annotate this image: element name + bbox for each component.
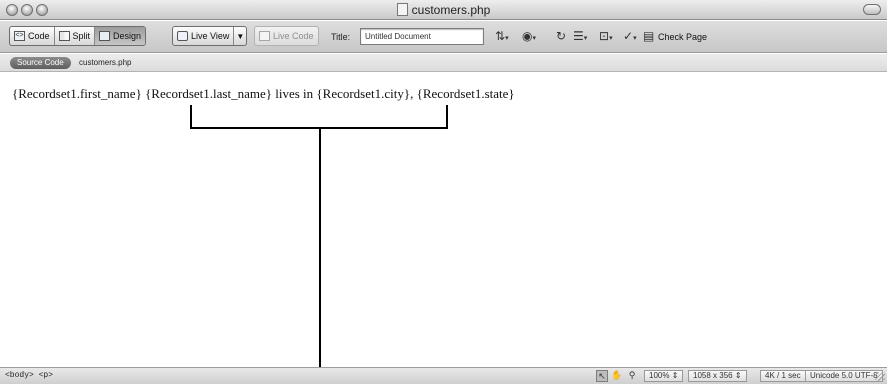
- related-files-bar: Source Code customers.php: [0, 54, 887, 72]
- first-name-binding[interactable]: {Recordset1.first_name}: [12, 86, 142, 101]
- view-options-icon[interactable]: ☰▾: [573, 29, 587, 43]
- paragraph[interactable]: {Recordset1.first_name} {Recordset1.last…: [12, 86, 515, 102]
- view-mode-group: <> Code Split Design: [9, 26, 147, 46]
- source-code-tab[interactable]: Source Code: [10, 57, 71, 69]
- zoom-select[interactable]: 100% ⇕: [644, 370, 684, 382]
- design-view-canvas[interactable]: {Recordset1.first_name} {Recordset1.last…: [0, 73, 887, 384]
- select-tool-icon[interactable]: ↖: [596, 370, 608, 382]
- file-management-icon[interactable]: ⇅▾: [495, 29, 509, 43]
- download-stats: 4K / 1 sec: [760, 370, 806, 382]
- related-file-customers[interactable]: customers.php: [79, 58, 131, 67]
- design-view-icon: [99, 31, 111, 41]
- live-code-label: Live Code: [273, 31, 314, 41]
- encoding-indicator: Unicode 5.0 UTF-8: [805, 370, 883, 382]
- zoom-value: 100%: [649, 371, 670, 380]
- design-view-label: Design: [113, 31, 142, 41]
- code-view-label: Code: [28, 31, 50, 41]
- last-name-binding[interactable]: {Recordset1.last_name}: [145, 86, 272, 101]
- lives-in-text: lives in: [275, 86, 314, 101]
- chevron-down-icon: ▼: [236, 31, 245, 41]
- status-bar: <body> <p> ↖ ✋ ⚲ 100% ⇕ 1058 x 356 ⇕ 4K …: [0, 367, 887, 384]
- city-binding[interactable]: {Recordset1.city}: [316, 86, 410, 101]
- zoom-tool-icon[interactable]: ⚲: [626, 370, 638, 382]
- live-code-icon: [259, 31, 270, 41]
- validate-markup-icon[interactable]: ✓▾: [623, 29, 637, 43]
- document-title-input[interactable]: [360, 28, 484, 45]
- tag-selector[interactable]: <body> <p>: [5, 371, 53, 380]
- live-view-icon: [177, 31, 188, 41]
- title-label: Title:: [331, 32, 351, 42]
- callout-bracket-left: [190, 105, 192, 128]
- code-view-button[interactable]: <> Code: [10, 27, 55, 45]
- window-title-text: customers.php: [411, 3, 491, 17]
- window-title: customers.php: [0, 3, 887, 17]
- document-icon: [396, 3, 408, 16]
- live-view-group: Live View ▼: [172, 26, 248, 46]
- live-code-button[interactable]: Live Code: [254, 26, 319, 46]
- live-view-button[interactable]: Live View: [173, 27, 235, 45]
- visual-aids-icon[interactable]: ⊡▾: [599, 29, 613, 43]
- check-page-button[interactable]: Check Page: [658, 32, 707, 42]
- window-size-value: 1058 x 356: [693, 371, 733, 380]
- design-view-button[interactable]: Design: [95, 27, 146, 45]
- callout-leader-line: [319, 129, 321, 384]
- live-view-label: Live View: [191, 31, 230, 41]
- comma-text: ,: [410, 86, 414, 101]
- resize-grip[interactable]: [875, 372, 885, 382]
- preview-globe-icon[interactable]: ◉▾: [522, 29, 536, 43]
- document-toolbar: <> Code Split Design Live View ▼ Live Co…: [0, 21, 887, 53]
- window-size-select[interactable]: 1058 x 356 ⇕: [688, 370, 747, 382]
- live-view-options-button[interactable]: ▼: [234, 27, 246, 45]
- hand-tool-icon[interactable]: ✋: [611, 370, 623, 382]
- split-view-icon: [58, 31, 70, 41]
- window-titlebar: customers.php: [0, 0, 887, 20]
- split-view-label: Split: [72, 31, 91, 41]
- code-view-icon: <>: [14, 31, 25, 41]
- callout-bracket-right: [446, 105, 448, 128]
- browser-check-icon[interactable]: ▤: [643, 29, 654, 43]
- refresh-icon[interactable]: ↻: [556, 29, 566, 43]
- state-binding[interactable]: {Recordset1.state}: [417, 86, 515, 101]
- toolbar-toggle-button[interactable]: [863, 4, 881, 15]
- split-view-button[interactable]: Split: [55, 27, 96, 45]
